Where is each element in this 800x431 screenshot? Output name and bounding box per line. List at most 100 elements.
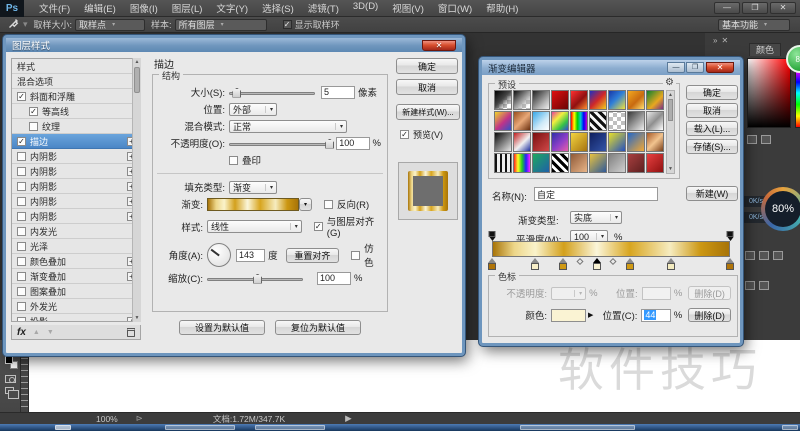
new-style-button[interactable]: 新建样式(W)... [396,104,460,120]
zoom-level[interactable]: 100% [96,414,118,424]
gradient-swatch[interactable] [207,197,299,211]
layer-style-title-bar[interactable]: 图层样式 ✕ [6,38,462,52]
gradient-picker-arrow[interactable]: ▾ [299,197,312,211]
style-item-inner-shadow-3[interactable]: 内阴影+ [12,179,140,194]
gradient-preset-34[interactable] [627,153,645,173]
restore-button[interactable]: ❐ [686,62,704,73]
style-item-gradient-overlay[interactable]: 渐变叠加+ [12,269,140,284]
position-select[interactable]: 外部 ▾ [229,102,277,116]
gradient-preset-24[interactable] [608,132,626,152]
style-checkbox-texture[interactable] [29,121,38,131]
gradient-preset-8[interactable] [646,90,664,110]
page-panel-icon[interactable] [759,251,769,260]
style-checkbox-drop-shadow[interactable] [17,316,26,321]
presets-scrollbar[interactable]: ▲ ▼ [666,90,675,174]
gradient-preset-23[interactable] [589,132,607,152]
crop-panel-icon[interactable] [745,251,755,260]
gradient-preset-33[interactable] [608,153,626,173]
recorder-progress-badge[interactable]: 80% [761,187,800,231]
taskbar-button[interactable] [520,425,635,430]
eyedropper-icon[interactable] [8,18,19,31]
style-item-inner-shadow-2[interactable]: 内阴影+ [12,164,140,179]
trash-panel-icon[interactable] [773,251,783,260]
close-button[interactable]: ✕ [770,2,796,14]
reverse-checkbox[interactable] [324,199,333,209]
minimize-button[interactable]: — [714,2,740,14]
gradient-preset-32[interactable] [589,153,607,173]
gradient-preset-35[interactable] [646,153,664,173]
gradient-preset-7[interactable] [627,90,645,110]
menu-7[interactable]: 3D(D) [346,1,385,15]
menu-8[interactable]: 视图(V) [385,1,431,15]
style-item-color-overlay[interactable]: 颜色叠加+ [12,254,140,269]
style-checkbox-inner-shadow-2[interactable] [17,166,26,176]
menu-5[interactable]: 选择(S) [255,1,301,15]
gradient-preset-21[interactable] [551,132,569,152]
color-stop-18[interactable] [530,258,539,270]
menu-3[interactable]: 图层(L) [165,1,210,15]
gradient-preset-5[interactable] [589,90,607,110]
gradient-preset-25[interactable] [627,132,645,152]
load-button[interactable]: 载入(L)... [686,121,738,136]
gradient-preset-6[interactable] [608,90,626,110]
align-checkbox[interactable]: ✓ [313,222,323,231]
style-checkbox-inner-shadow-4[interactable] [17,196,26,206]
gradient-preset-29[interactable] [532,153,550,173]
scale-slider[interactable] [207,273,303,284]
gradient-preset-16[interactable] [627,111,645,131]
style-checkbox-inner-glow[interactable] [17,226,26,236]
minimize-button[interactable]: — [667,62,685,73]
menu-4[interactable]: 文字(Y) [209,1,255,15]
gradient-bar[interactable] [492,241,730,257]
style-checkbox-satin[interactable] [17,241,26,251]
style-checkbox-contour[interactable]: ✓ [29,106,38,116]
gradient-preset-0[interactable] [494,90,512,110]
ok-button[interactable]: 确定 [686,85,738,100]
style-checkbox-inner-shadow-3[interactable] [17,181,26,191]
angle-input[interactable]: 143 [236,248,266,262]
mask-panel-icon[interactable] [745,281,755,290]
style-item-contour[interactable]: ✓ 等高线 [12,104,140,119]
workspace-select[interactable]: 基本功能 ▾ [718,18,790,31]
tab-color[interactable]: 颜色 [749,43,782,56]
color-stop-44[interactable] [592,258,601,270]
gradient-preset-4[interactable] [570,90,588,110]
move-up-icon[interactable]: ▲ [33,329,40,336]
ok-button[interactable]: 确定 [396,58,458,74]
reset-align-button[interactable]: 重置对齐 [285,247,340,263]
style-item-blending-options[interactable]: 混合选项 [12,74,140,89]
restore-button[interactable]: ❐ [742,2,768,14]
preview-checkbox[interactable]: ✓ [400,130,409,139]
menu-2[interactable]: 图像(I) [123,1,165,15]
gradient-preset-12[interactable] [551,111,569,131]
color-stop-100[interactable] [726,258,734,270]
gradient-preset-1[interactable] [513,90,531,110]
opacity-stop-100[interactable] [726,231,734,241]
color-stop-58[interactable] [626,258,635,270]
fx-panel-icon[interactable] [759,281,769,290]
style-select[interactable]: 线性 ▾ [207,220,302,233]
style-item-bevel-emboss[interactable]: ✓ 斜面和浮雕 [12,89,140,104]
taskbar-button[interactable] [165,425,235,430]
gradient-preset-13[interactable] [570,111,588,131]
gradient-type-select[interactable]: 实底 ▾ [570,211,622,224]
style-item-inner-glow[interactable]: 内发光 [12,224,140,239]
name-input[interactable]: 自定 [534,187,658,201]
angle-dial[interactable] [207,243,231,267]
gradient-preset-27[interactable] [494,153,512,173]
foreground-background-swatches[interactable] [4,356,18,371]
menu-6[interactable]: 滤镜(T) [301,1,346,15]
blend-mode-select[interactable]: 正常 ▾ [229,119,347,133]
gradient-preset-20[interactable] [532,132,550,152]
gradient-editor-title-bar[interactable]: 渐变编辑器 — ❐ ✕ [482,60,740,75]
gradient-preset-28[interactable] [513,153,531,173]
collapse-panels-icon[interactable]: » [713,36,717,45]
effects-list-scrollbar[interactable]: ▲ ▼ [132,58,141,322]
gradient-preset-17[interactable] [646,111,664,131]
gradient-preset-10[interactable] [513,111,531,131]
style-checkbox-outer-glow[interactable] [17,301,26,311]
dialog-close-button[interactable]: ✕ [706,62,734,73]
dither-checkbox[interactable] [351,250,361,260]
show-ring-checkbox[interactable]: ✓ [282,20,292,29]
stop-pos-input[interactable]: 44 [641,308,671,322]
